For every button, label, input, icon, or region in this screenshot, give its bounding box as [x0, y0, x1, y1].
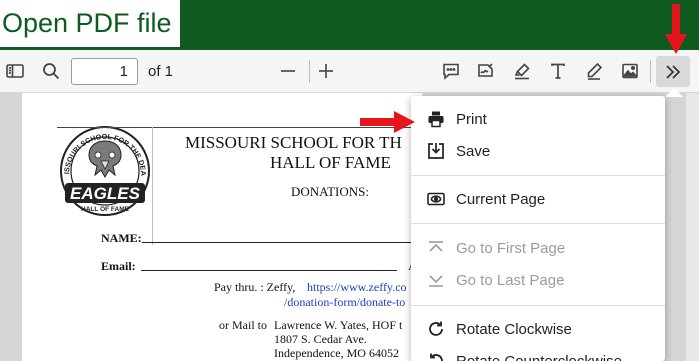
donations-heading: DONATIONS:	[291, 184, 369, 199]
image-icon[interactable]	[617, 58, 643, 84]
menu-item-rotate-counterclockwise[interactable]: Rotate Counterclockwise	[411, 346, 665, 361]
eye-icon	[425, 188, 447, 210]
zoom-out-icon[interactable]	[275, 58, 301, 84]
mail-label: or Mail to	[219, 318, 267, 332]
mail-address-line3: Independence, MO 64052	[274, 346, 399, 360]
menu-item-label: Current Page	[456, 190, 546, 208]
more-tools-button[interactable]	[656, 56, 690, 87]
menu-caret	[665, 88, 683, 97]
menu-item-label: Save	[456, 142, 491, 160]
name-line	[142, 242, 422, 243]
highlight-icon[interactable]	[509, 58, 535, 84]
draw-icon[interactable]	[581, 58, 607, 84]
sign-icon[interactable]	[473, 58, 499, 84]
menu-separator	[411, 175, 665, 176]
first-page-icon	[425, 237, 447, 259]
menu-item-label: Go to Last Page	[456, 271, 565, 289]
mail-address-line1: Lawrence W. Yates, HOF t	[274, 318, 403, 332]
email-label: Email:	[101, 259, 136, 273]
scrollbar[interactable]	[686, 93, 699, 361]
text-icon[interactable]	[545, 58, 571, 84]
menu-item-current-page[interactable]: Current Page	[411, 184, 665, 214]
menu-item-label: Rotate Counterclockwise	[456, 352, 622, 361]
svg-text:HALL OF FAME: HALL OF FAME	[81, 206, 130, 213]
pay-link[interactable]: https://www.zeffy.co	[307, 280, 407, 295]
menu-item-rotate-clockwise[interactable]: Rotate Clockwise	[411, 314, 665, 344]
menu-item-print[interactable]: Print	[411, 104, 665, 134]
rotate-counterclockwise-icon	[425, 350, 447, 361]
pay-label: Pay thru. : Zeffy,	[214, 280, 296, 294]
mail-address-line2: 1807 S. Cedar Ave.	[274, 332, 367, 346]
double-chevron-right-icon	[666, 64, 681, 79]
menu-item-first-page[interactable]: Go to First Page	[411, 233, 665, 263]
printer-icon	[425, 108, 447, 130]
save-icon	[425, 140, 447, 162]
search-icon[interactable]	[38, 58, 64, 84]
menu-item-save[interactable]: Save	[411, 136, 665, 166]
menu-item-label: Print	[456, 110, 487, 128]
annotation-arrow-down	[665, 4, 687, 54]
toolbar-divider	[309, 60, 310, 83]
school-seal-logo: MISSOURI SCHOOL FOR THE DEAF EAGLES HALL…	[55, 125, 150, 216]
menu-item-label: Go to First Page	[456, 239, 566, 257]
banner: Open PDF file	[0, 0, 699, 50]
annotation-arrow-right	[360, 111, 415, 133]
pay-link-continued[interactable]: /donation-form/donate-to	[284, 295, 405, 310]
name-label: NAME:	[101, 231, 142, 245]
zoom-in-icon[interactable]	[313, 58, 339, 84]
document-title-line2: HALL OF FAME	[270, 153, 391, 172]
document-title-line1: MISSOURI SCHOOL FOR TH	[185, 133, 402, 152]
menu-separator	[411, 305, 665, 306]
menu-item-last-page[interactable]: Go to Last Page	[411, 265, 665, 295]
comment-icon[interactable]	[438, 58, 464, 84]
sidebar-toggle-icon[interactable]	[2, 58, 28, 84]
svg-text:EAGLES: EAGLES	[70, 184, 141, 203]
header-divider	[152, 127, 153, 245]
page-number-input[interactable]	[71, 58, 138, 85]
rotate-clockwise-icon	[425, 318, 447, 340]
menu-separator	[411, 223, 665, 224]
toolbar-divider-2	[650, 60, 651, 83]
pdf-toolbar: of 1	[0, 50, 699, 93]
more-tools-menu: Print Save Current Page Go to First Page…	[411, 96, 665, 361]
email-line	[141, 270, 397, 271]
last-page-icon	[425, 269, 447, 291]
page-total: of 1	[148, 63, 174, 80]
banner-title: Open PDF file	[0, 0, 180, 47]
menu-item-label: Rotate Clockwise	[456, 320, 572, 338]
